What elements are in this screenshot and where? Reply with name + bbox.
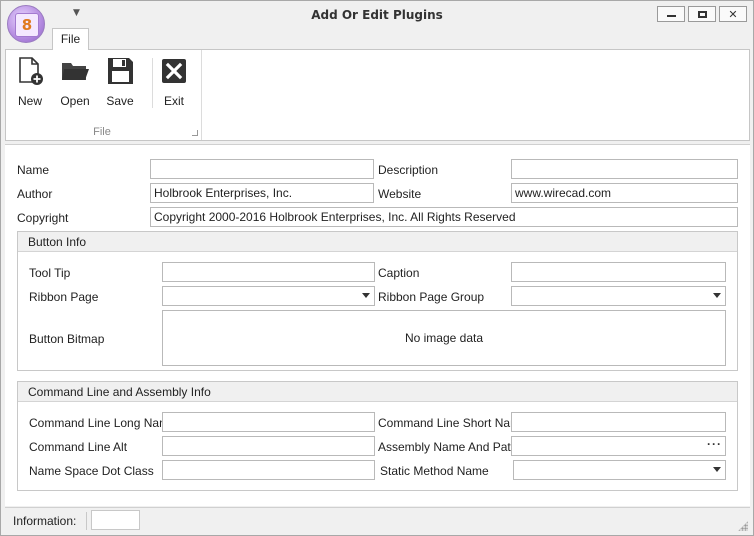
command-info-group: Command Line and Assembly Info Command L… <box>17 381 738 491</box>
website-input[interactable]: www.wirecad.com <box>511 183 738 203</box>
chevron-down-icon <box>362 293 370 298</box>
button-info-header: Button Info <box>18 232 737 252</box>
save-button-label: Save <box>106 94 134 108</box>
alt-input[interactable] <box>162 436 375 456</box>
website-label: Website <box>378 187 422 201</box>
maximize-icon <box>697 10 707 18</box>
app-logo-glyph: 8 <box>15 13 39 37</box>
short-name-input[interactable] <box>511 412 726 432</box>
name-input[interactable] <box>150 159 374 179</box>
floppy-disk-icon <box>105 56 135 86</box>
caption-input[interactable] <box>511 262 726 282</box>
namespace-input[interactable] <box>162 460 375 480</box>
new-button[interactable]: New <box>8 54 52 110</box>
title-bar: 8 ▼ Add Or Edit Plugins ✕ <box>1 1 753 43</box>
assembly-input[interactable]: ··· <box>511 436 726 456</box>
button-bitmap-picture[interactable]: No image data <box>162 310 726 366</box>
description-label: Description <box>378 163 439 177</box>
form-content: Name Description Author Holbrook Enterpr… <box>5 144 750 506</box>
browse-ellipsis-button[interactable]: ··· <box>707 437 722 451</box>
ribbon-page-label: Ribbon Page <box>29 290 99 304</box>
name-label: Name <box>17 163 50 177</box>
resize-grip-icon[interactable] <box>738 521 748 531</box>
close-button[interactable]: ✕ <box>719 6 747 22</box>
new-button-label: New <box>17 94 42 108</box>
ribbon-group-file: New Open Save Exit File <box>6 50 202 140</box>
copyright-input[interactable]: Copyright 2000-2016 Holbrook Enterprises… <box>150 207 738 227</box>
open-button-label: Open <box>60 94 90 108</box>
long-name-label: Command Line Long Name <box>29 416 176 430</box>
command-info-header: Command Line and Assembly Info <box>18 382 737 402</box>
exit-button-label: Exit <box>163 94 184 108</box>
information-value <box>91 510 140 530</box>
description-input[interactable] <box>511 159 738 179</box>
exit-x-icon <box>159 56 189 86</box>
author-input[interactable]: Holbrook Enterprises, Inc. <box>150 183 374 203</box>
window-title: Add Or Edit Plugins <box>311 8 443 22</box>
save-button[interactable]: Save <box>98 54 142 110</box>
tooltip-input[interactable] <box>162 262 375 282</box>
ribbon: New Open Save Exit File <box>5 49 750 141</box>
minimize-icon <box>666 15 676 17</box>
status-divider <box>86 512 87 530</box>
namespace-label: Name Space Dot Class <box>29 464 154 478</box>
close-icon: ✕ <box>728 7 738 21</box>
status-bar: Information: <box>5 507 750 533</box>
alt-label: Command Line Alt <box>29 440 128 454</box>
command-info-title: Command Line and Assembly Info <box>28 385 211 399</box>
no-image-text: No image data <box>404 331 484 345</box>
static-method-select[interactable] <box>513 460 726 480</box>
ribbon-page-group-select[interactable] <box>511 286 726 306</box>
window-controls: ✕ <box>657 6 747 22</box>
assembly-label: Assembly Name And Path <box>378 440 518 454</box>
plugin-editor-window: 8 ▼ Add Or Edit Plugins ✕ File New Open … <box>0 0 754 536</box>
folder-open-icon <box>60 56 90 86</box>
button-info-title: Button Info <box>28 235 87 249</box>
new-document-icon <box>15 56 45 86</box>
ribbon-group-caption: File <box>93 126 111 138</box>
chevron-down-icon <box>713 467 721 472</box>
tab-file[interactable]: File <box>52 28 89 50</box>
ribbon-page-group-label: Ribbon Page Group <box>378 290 485 304</box>
information-label: Information: <box>13 514 77 528</box>
button-info-group: Button Info Tool Tip Caption Ribbon Page… <box>17 231 738 371</box>
maximize-button[interactable] <box>688 6 716 22</box>
tooltip-label: Tool Tip <box>29 266 71 280</box>
caption-label: Caption <box>378 266 420 280</box>
long-name-input[interactable] <box>162 412 375 432</box>
exit-button[interactable]: Exit <box>152 54 196 110</box>
ribbon-page-select[interactable] <box>162 286 375 306</box>
chevron-down-icon <box>713 293 721 298</box>
short-name-label: Command Line Short Name <box>378 416 527 430</box>
group-launcher-icon[interactable] <box>192 130 198 136</box>
author-label: Author <box>17 187 53 201</box>
copyright-label: Copyright <box>17 211 69 225</box>
open-button[interactable]: Open <box>53 54 97 110</box>
button-bitmap-label: Button Bitmap <box>29 332 105 346</box>
static-method-label: Static Method Name <box>380 464 489 478</box>
app-logo-icon[interactable]: 8 <box>7 5 45 43</box>
minimize-button[interactable] <box>657 6 685 22</box>
